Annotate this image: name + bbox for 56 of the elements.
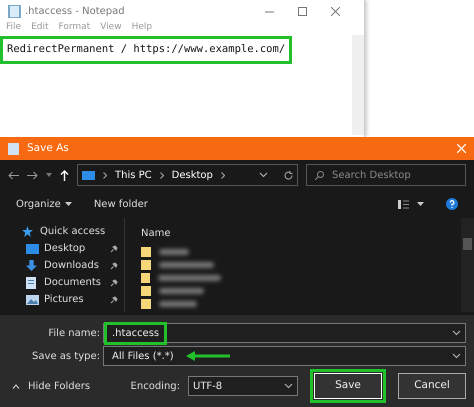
notepad-icon (8, 4, 21, 18)
search-field[interactable]: Search Desktop (306, 164, 466, 186)
help-icon[interactable] (446, 198, 458, 210)
sidebar-item[interactable]: Downloads (0, 257, 124, 274)
chevron-down-icon (259, 172, 268, 178)
sidebar-item[interactable]: Pictures (0, 291, 124, 308)
star-icon (22, 226, 33, 237)
breadcrumb-item[interactable]: This PC (115, 168, 152, 182)
address-bar[interactable]: This PC Desktop (77, 164, 298, 186)
dialog-title: Save As (27, 140, 69, 156)
field-label: File name: (47, 326, 101, 340)
desktop-icon (26, 244, 39, 254)
scrollbar[interactable] (352, 35, 364, 135)
cancel-button[interactable]: Cancel (398, 373, 466, 399)
caret-icon (64, 202, 72, 206)
chevron-down-icon (284, 383, 293, 389)
save-type-field[interactable]: All Files (*.*) (103, 346, 466, 366)
chevron-down-icon (452, 330, 461, 336)
pin-icon (110, 262, 118, 270)
view-options-icon[interactable] (398, 200, 409, 208)
column-header[interactable]: Name (141, 228, 171, 239)
chevron-up-icon (12, 384, 20, 388)
caret-icon[interactable] (46, 173, 52, 177)
sidebar-item[interactable]: Quick access (0, 223, 124, 240)
close-icon[interactable] (331, 6, 340, 16)
field-label: Save as type: (31, 350, 101, 364)
window-title: .htaccess - Notepad (25, 4, 125, 18)
forward-arrow-icon[interactable] (27, 170, 38, 180)
caret-icon (417, 202, 424, 206)
scrollbar-thumb[interactable] (463, 238, 472, 250)
toolbar-button[interactable]: New folder (94, 196, 148, 212)
organize-button[interactable]: Organize (16, 196, 72, 212)
chevron-right-icon (220, 172, 225, 178)
chevron-right-icon (160, 172, 164, 178)
picture-icon (26, 294, 39, 304)
refresh-icon[interactable] (284, 170, 293, 180)
search-icon (315, 170, 324, 180)
field-label: Encoding: (130, 380, 180, 394)
sidebar-item[interactable]: Documents (0, 274, 124, 291)
pin-icon (110, 296, 118, 304)
pin-icon (110, 244, 118, 252)
breadcrumb-item[interactable]: Desktop (172, 168, 213, 182)
document-icon (26, 276, 36, 288)
pc-icon (82, 170, 95, 180)
file-name-field[interactable]: .htaccess (103, 323, 466, 343)
download-icon (26, 260, 37, 271)
hide-folders-button[interactable]: Hide Folders (12, 378, 90, 394)
up-arrow-icon[interactable] (60, 170, 69, 180)
back-arrow-icon[interactable] (8, 170, 19, 180)
maximize-icon[interactable] (298, 6, 307, 16)
chevron-down-icon (452, 353, 461, 359)
chevron-right-icon (103, 172, 107, 178)
dialog-icon (8, 142, 19, 154)
sidebar-item[interactable]: Desktop (0, 240, 124, 257)
encoding-dropdown[interactable]: UTF-8 (188, 376, 298, 396)
pin-icon (110, 278, 118, 286)
